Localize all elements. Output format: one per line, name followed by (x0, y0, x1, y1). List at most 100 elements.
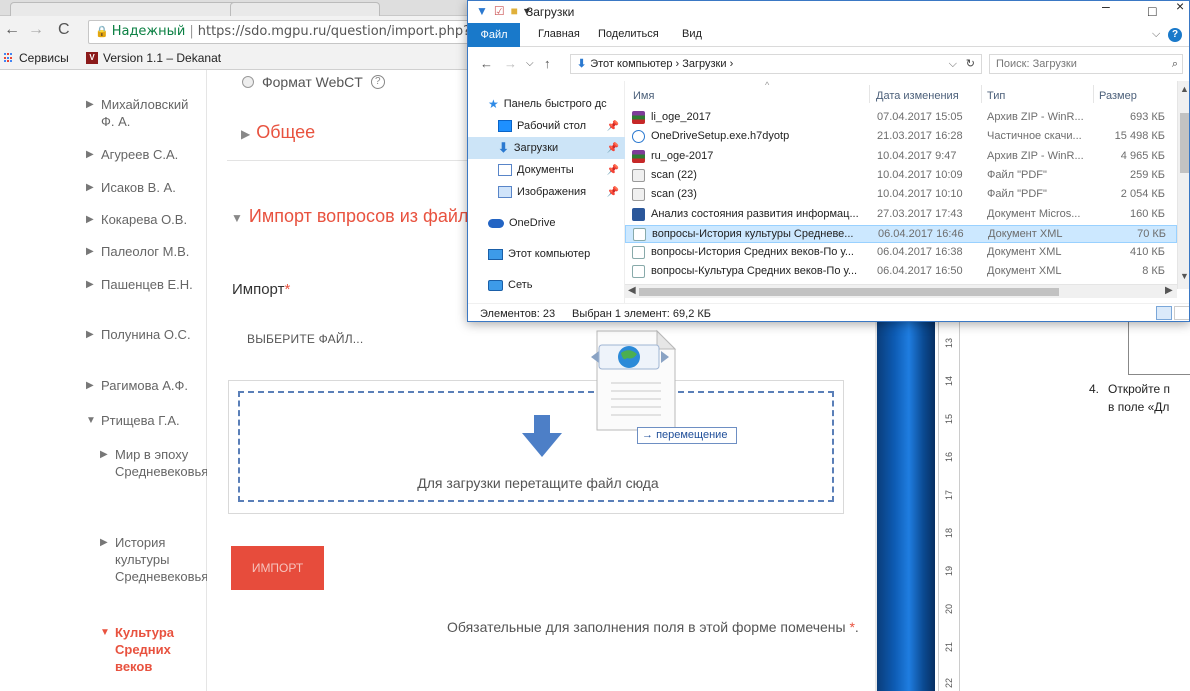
section-import-header[interactable]: ▼ Импорт вопросов из файла (231, 206, 478, 227)
file-row[interactable]: scan (22) 10.04.2017 10:09 Файл "PDF" 259 К… (625, 167, 1177, 185)
column-type[interactable]: Тип (987, 90, 1005, 102)
file-row[interactable]: вопросы-История Средних веков-По у... 06.… (625, 244, 1177, 262)
tab-file[interactable]: Файл (468, 23, 520, 47)
file-row[interactable]: li_oge_2017 07.04.2017 15:05 Архив ZIP - W… (625, 109, 1177, 127)
nav-desktop[interactable]: Рабочий стол 📌 (468, 115, 625, 137)
file-row[interactable]: Анализ состояния развития информац... 27.… (625, 206, 1177, 224)
vertical-scrollbar[interactable]: ▲ ▼ (1177, 81, 1189, 289)
nav-documents[interactable]: Документы 📌 (468, 159, 625, 181)
refresh-icon[interactable]: ↻ (966, 55, 975, 73)
minimize-icon[interactable]: ‒ (1102, 1, 1110, 14)
ribbon-tabs: Файл Главная Поделиться Вид ⌵ ? (468, 23, 1189, 47)
nav-this-pc[interactable]: Этот компьютер (468, 243, 625, 265)
bookmark-dekanat[interactable]: V Version 1.1 – Dekanat (86, 51, 221, 65)
maximize-icon[interactable]: □ (1148, 3, 1156, 19)
nav-pictures[interactable]: Изображения 📌 (468, 181, 625, 203)
file-row[interactable]: вопросы-История культуры Средневе... 06.0… (625, 224, 1177, 243)
collapsed-arrow-icon: ▶ (86, 182, 94, 193)
search-input[interactable]: Поиск: Загрузки ⌕ (989, 54, 1183, 74)
back-icon[interactable]: ← (4, 21, 20, 39)
nav-item[interactable]: ▶ Полунина О.С. (86, 326, 201, 343)
nav-subitem-active[interactable]: ▼ Культура Средних веков (100, 624, 200, 675)
file-dropzone[interactable]: Для загрузки перетащите файл сюда (238, 391, 834, 502)
pin-icon: 📌 (606, 142, 619, 154)
import-button[interactable]: ИМПОРТ (231, 546, 324, 590)
scroll-right-icon[interactable]: ▶ (1165, 285, 1173, 296)
nav-item[interactable]: ▶ Рагимова А.Ф. (86, 377, 201, 394)
format-option-label: Формат WebCT (262, 74, 363, 90)
close-icon[interactable]: × (1176, 1, 1184, 14)
tab-share[interactable]: Поделиться (598, 28, 659, 40)
tab-view[interactable]: Вид (682, 28, 702, 40)
path-dropdown-icon[interactable]: ⌵ (949, 55, 957, 73)
section-general-header[interactable]: ▶ Общее (241, 122, 315, 143)
ruler-mark: 21 (944, 641, 955, 653)
ruler-mark: 17 (944, 489, 955, 501)
nav-item[interactable]: ▶ Михайловский Ф. А. (86, 96, 201, 130)
nav-item-label: Кокарева О.В. (101, 212, 188, 227)
forward-icon[interactable]: → (504, 56, 517, 71)
path-bar[interactable]: ⬇ Этот компьютер › Загрузки › ⌵ ↻ (570, 54, 982, 74)
horizontal-scrollbar[interactable]: ◀ ▶ (625, 284, 1177, 298)
nav-item[interactable]: ▶ Агуреев С.А. (86, 146, 201, 163)
star-icon: ★ (488, 97, 499, 111)
nav-item-label: Михайловский Ф. А. (101, 97, 189, 129)
scroll-down-icon[interactable]: ▼ (1180, 271, 1189, 281)
file-row[interactable]: ru_oge-2017 10.04.2017 9:47 Архив ZIP - Wi… (625, 148, 1177, 166)
nav-item[interactable]: ▶ Исаков В. А. (86, 179, 201, 196)
file-row[interactable]: OneDriveSetup.exe.h7dyotp 21.03.2017 16:2… (625, 128, 1177, 146)
column-date[interactable]: Дата изменения (876, 90, 959, 102)
radio-button[interactable] (242, 76, 254, 88)
reload-icon[interactable]: C (58, 21, 70, 39)
scroll-up-icon[interactable]: ▲ (1180, 84, 1189, 94)
quick-access-toolbar: ▼ ☑ ■ ▾ (476, 4, 530, 18)
nav-item-label: Пашенцев Е.Н. (101, 277, 193, 292)
file-row[interactable]: вопросы-Культура Средних веков-По у... 06… (625, 263, 1177, 281)
file-dropzone-frame: Для загрузки перетащите файл сюда (228, 380, 844, 514)
column-size[interactable]: Размер (1099, 90, 1137, 102)
recent-dropdown-icon[interactable]: ⌵ (526, 58, 534, 69)
nav-subitem-label: История культуры Средневековья (115, 535, 209, 584)
nav-item[interactable]: ▼ Ртищева Г.А. (86, 412, 201, 429)
file-date: 21.03.2017 16:28 (877, 130, 963, 143)
browser-tab[interactable] (10, 2, 240, 16)
back-icon[interactable]: ← (480, 56, 493, 71)
format-option-webct[interactable]: Формат WebCT ? (242, 74, 385, 90)
browser-tab[interactable] (230, 2, 380, 16)
file-row[interactable]: scan (23) 10.04.2017 10:10 Файл "PDF" 2 054… (625, 186, 1177, 204)
nav-item[interactable]: ▶ Кокарева О.В. (86, 211, 201, 228)
large-icons-view-icon[interactable] (1174, 306, 1189, 320)
details-view-icon[interactable] (1156, 306, 1172, 320)
required-mark: * (284, 281, 291, 298)
bookmark-apps[interactable]: Сервисы (4, 51, 69, 65)
collapsed-arrow-icon: ▶ (100, 537, 108, 548)
nav-subitem[interactable]: ▶ История культуры Средневековья (100, 534, 209, 585)
nav-item[interactable]: ▶ Пашенцев Е.Н. (86, 276, 201, 293)
collapsed-arrow-icon: ▶ (100, 449, 108, 460)
ribbon-expand-icon[interactable]: ⌵ (1152, 28, 1160, 41)
ruler-mark: 15 (944, 413, 955, 425)
column-name[interactable]: Имя (633, 90, 654, 102)
up-icon[interactable]: ↑ (544, 56, 551, 71)
scroll-thumb[interactable] (1180, 113, 1189, 173)
choose-file-button[interactable]: ВЫБЕРИТЕ ФАЙЛ... (247, 332, 363, 346)
forward-icon[interactable]: → (28, 21, 44, 39)
scroll-left-icon[interactable]: ◀ (628, 285, 636, 296)
nav-label: Сеть (508, 279, 533, 291)
help-icon[interactable]: ? (1168, 28, 1182, 42)
help-icon[interactable]: ? (370, 75, 385, 89)
scroll-thumb[interactable] (639, 288, 1059, 296)
zip-file-icon (632, 149, 645, 163)
nav-subitem[interactable]: ▶ Мир в эпоху Средневековья (100, 446, 208, 480)
nav-quick-access[interactable]: ★ Панель быстрого дс (468, 93, 625, 115)
properties-icon[interactable]: ☑ (494, 4, 505, 18)
tab-home[interactable]: Главная (538, 28, 580, 40)
new-folder-icon[interactable]: ■ (511, 4, 518, 18)
nav-network[interactable]: Сеть (468, 274, 625, 296)
address-bar[interactable]: 🔒 Надежный | https://sdo.mgpu.ru/question/i… (88, 20, 488, 44)
nav-onedrive[interactable]: OneDrive (468, 212, 625, 234)
computer-icon (488, 248, 503, 260)
tooltip-text: перемещение (656, 429, 728, 441)
nav-downloads[interactable]: ⬇ Загрузки 📌 (468, 137, 625, 159)
nav-item[interactable]: ▶ Палеолог М.В. (86, 243, 201, 260)
